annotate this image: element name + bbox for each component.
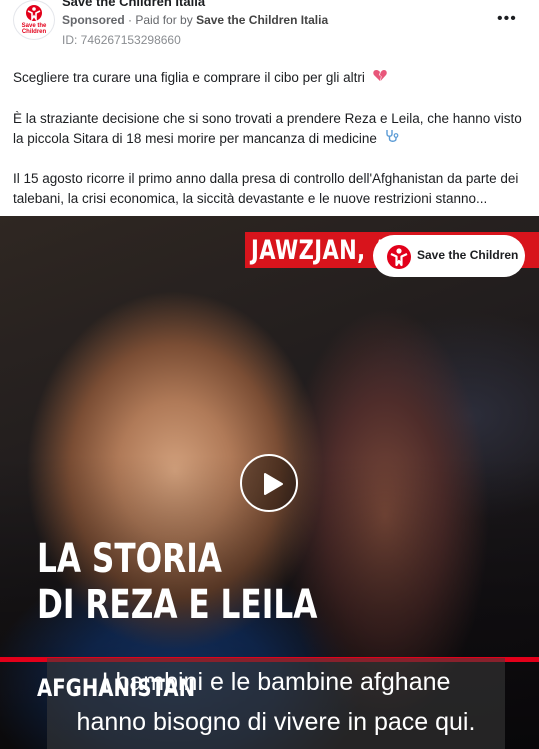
post-text: Scegliere tra curare una figlia e compra… (13, 70, 365, 85)
more-icon[interactable]: ••• (497, 10, 517, 28)
ad-header: Save the Children Save the Children Ital… (0, 0, 539, 56)
video-player[interactable]: JAWZJAN, A Save the Children LA STORIA D… (0, 216, 539, 749)
avatar-text: Children (21, 29, 47, 35)
post-text-line2: È la straziante decisione che si sono tr… (13, 109, 528, 149)
country-label: AFGHANISTAN (37, 674, 196, 702)
subtitle-line2: hanno bisogno di vivere in pace qui. (76, 708, 476, 736)
payer-name[interactable]: Save the Children Italia (196, 13, 328, 27)
post-text-line3: Il 15 agosto ricorre il primo anno dalla… (13, 171, 519, 206)
sponsored-label: Sponsored (62, 13, 125, 27)
save-the-children-logo: Save the Children (373, 235, 525, 277)
logo-text: Save the Children (417, 248, 519, 262)
play-button[interactable] (240, 454, 298, 512)
post-text-line1: Scegliere tra curare una figlia e compra… (13, 68, 528, 88)
paid-prefix: Paid for by (135, 13, 193, 27)
avatar[interactable]: Save the Children (13, 0, 55, 40)
ad-id: ID: 746267153298660 (62, 33, 181, 47)
video-title-line2: DI REZA E LEILA (37, 582, 318, 628)
save-the-children-logo-icon (26, 5, 42, 22)
broken-heart-icon (373, 68, 387, 88)
video-subtitles: I bambini e le bambine afghane hanno bis… (47, 658, 505, 749)
play-icon (264, 473, 283, 495)
post-text: È la straziante decisione che si sono tr… (13, 111, 522, 146)
video-title-line1: LA STORIA (37, 536, 222, 582)
page-name[interactable]: Save the Children Italia (62, 0, 205, 9)
save-the-children-logo-icon (387, 245, 411, 269)
stethoscope-icon (385, 129, 401, 149)
sponsor-line: Sponsored · Paid for by Save the Childre… (62, 13, 328, 27)
location-text: JAWZJAN, A (251, 235, 390, 266)
